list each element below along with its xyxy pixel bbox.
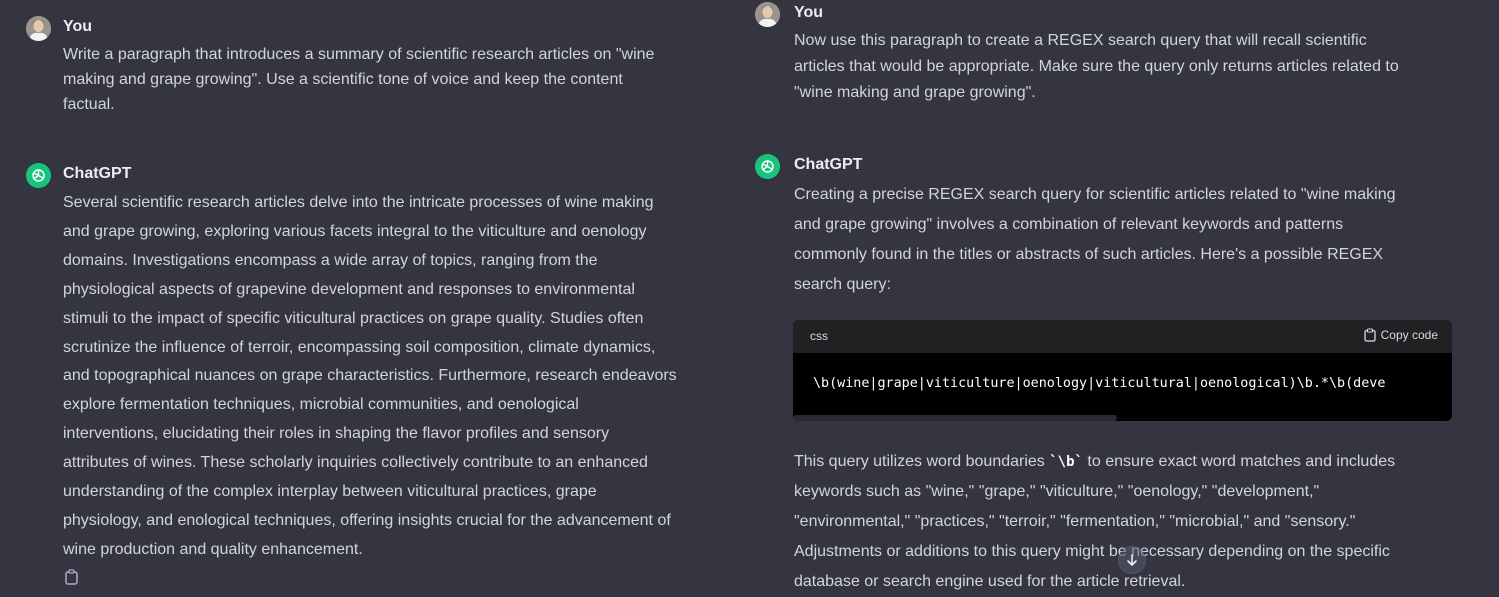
clipboard-icon	[65, 569, 78, 585]
message-line: "wine making and grape growing".	[794, 84, 1036, 101]
user-message: Write a paragraph that introduces a summ…	[63, 42, 654, 117]
user-avatar	[755, 2, 780, 27]
message-line: keywords such as "wine," "grape," "vitic…	[794, 483, 1320, 500]
message-line: and grape growing, exploring various fac…	[63, 222, 647, 240]
message-line: "environmental," "practices," "terroir,"…	[794, 513, 1356, 530]
message-line: attributes of wines. These scholarly inq…	[63, 454, 648, 472]
assistant-explanation: This query utilizes word boundaries `\b`…	[794, 447, 1395, 597]
code-language-label: css	[810, 329, 828, 343]
user-author-label: You	[794, 4, 824, 21]
message-line: interventions, elucidating their roles i…	[63, 425, 610, 443]
message-line: wine production and quality enhancement.	[63, 540, 363, 558]
left-conversation-pane: You Write a paragraph that introduces a …	[0, 0, 735, 594]
message-line: Several scientific research articles del…	[63, 194, 654, 211]
text-fragment: This query utilizes word boundaries	[794, 453, 1050, 470]
inline-code: `\b`	[1049, 454, 1083, 470]
copy-code-label: Copy code	[1380, 328, 1438, 342]
code-block-header: css Copy code	[793, 320, 1452, 353]
message-line: domains. Investigations encompass a wide…	[63, 251, 598, 269]
code-block: css Copy code \b(wine|grape|viticulture|…	[793, 320, 1452, 421]
chatgpt-avatar	[26, 163, 51, 188]
assistant-message: Several scientific research articles del…	[63, 189, 677, 565]
text-fragment: to ensure exact word matches and include…	[1082, 453, 1396, 470]
message-line: factual.	[63, 96, 115, 113]
chatgpt-author-label: ChatGPT	[794, 156, 863, 173]
message-line: stimuli to the impact of specific viticu…	[63, 309, 644, 327]
user-message: Now use this paragraph to create a REGEX…	[794, 28, 1399, 106]
assistant-intro: Creating a precise REGEX search query fo…	[794, 180, 1396, 300]
clipboard-icon	[1363, 328, 1376, 342]
message-line: making and grape growing". Use a scienti…	[63, 71, 623, 88]
message-line: Adjustments or additions to this query m…	[794, 543, 1390, 560]
message-line: explore fermentation techniques, microbi…	[63, 396, 579, 414]
user-author-label: You	[63, 18, 93, 35]
message-line: scrutinize the influence of terroir, enc…	[63, 338, 656, 356]
message-line: commonly found in the titles or abstract…	[794, 246, 1384, 263]
message-line: search query:	[794, 276, 891, 293]
user-photo-icon	[755, 2, 780, 27]
copy-code-button[interactable]: Copy code	[1363, 328, 1438, 342]
message-line: articles that would be appropriate. Make…	[794, 58, 1399, 75]
message-line: Now use this paragraph to create a REGEX…	[794, 32, 1367, 49]
code-content: \b(wine|grape|viticulture|oenology|vitic…	[813, 376, 1386, 391]
openai-logo-icon	[755, 154, 780, 179]
right-conversation-pane: You Now use this paragraph to create a R…	[735, 0, 1499, 594]
message-line: This query utilizes word boundaries `\b`…	[794, 447, 1395, 477]
scroll-to-bottom-button[interactable]	[1118, 546, 1146, 574]
openai-logo-icon	[26, 163, 51, 188]
message-line: Write a paragraph that introduces a summ…	[63, 46, 655, 63]
message-line: and grape growing" involves a combinatio…	[794, 216, 1344, 233]
message-line: physiology, and enological techniques, o…	[63, 511, 671, 529]
user-photo-icon	[26, 16, 51, 41]
arrow-down-icon	[1127, 554, 1137, 566]
horizontal-scrollbar[interactable]	[793, 415, 1117, 421]
message-line: Creating a precise REGEX search query fo…	[794, 186, 1396, 203]
chatgpt-avatar	[755, 154, 780, 179]
user-avatar	[26, 16, 51, 41]
message-line: database or search engine used for the a…	[794, 573, 1186, 590]
chatgpt-author-label: ChatGPT	[63, 165, 132, 182]
message-line: physiological aspects of grapevine devel…	[63, 280, 635, 298]
copy-message-button[interactable]	[64, 569, 79, 590]
message-line: and topographical nuances on grape chara…	[63, 367, 677, 385]
message-line: understanding of the complex interplay b…	[63, 483, 597, 501]
